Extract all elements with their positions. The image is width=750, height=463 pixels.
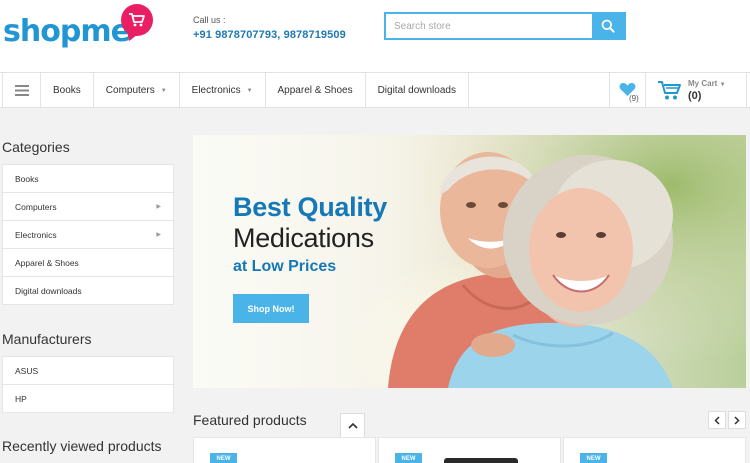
contact-info: Call us : +91 9878707793, 9878719509 bbox=[193, 15, 346, 41]
new-badge: NEW bbox=[210, 453, 237, 463]
cart-label: My Cart ▼ bbox=[688, 79, 726, 88]
call-us-label: Call us : bbox=[193, 15, 226, 25]
chevron-left-icon bbox=[714, 415, 720, 425]
caret-down-icon: ▼ bbox=[719, 82, 726, 88]
category-label: Books bbox=[15, 173, 39, 184]
manufacturers-title: Manufacturers bbox=[2, 331, 92, 347]
nav-item-books[interactable]: Books bbox=[41, 73, 94, 108]
caret-down-icon: ▼ bbox=[160, 87, 167, 94]
category-item-apparel-shoes[interactable]: Apparel & Shoes bbox=[3, 249, 173, 277]
product-card[interactable]: NEW bbox=[378, 437, 561, 463]
carousel-prev-button[interactable] bbox=[708, 411, 726, 429]
nav-item-electronics[interactable]: Electronics ▼ bbox=[180, 73, 266, 108]
product-card[interactable]: NEW bbox=[563, 437, 746, 463]
category-label: Computers bbox=[15, 201, 57, 212]
banner-tagline: at Low Prices bbox=[233, 258, 337, 275]
search-box bbox=[384, 12, 626, 40]
senior-couple-photo bbox=[373, 135, 746, 388]
cart-count: (0) bbox=[688, 90, 702, 102]
categories-list: Books Computers ▶ Electronics ▶ Apparel … bbox=[2, 164, 174, 305]
chevron-right-icon: ▶ bbox=[156, 232, 161, 238]
category-item-digital-downloads[interactable]: Digital downloads bbox=[3, 277, 173, 305]
chevron-right-icon bbox=[734, 415, 740, 425]
product-image bbox=[444, 458, 518, 463]
search-button[interactable] bbox=[592, 14, 624, 38]
chevron-right-icon: ▶ bbox=[156, 204, 161, 210]
categories-title: Categories bbox=[2, 139, 70, 155]
nav-menu: Books Computers ▼ Electronics ▼ Apparel … bbox=[2, 73, 469, 108]
search-input[interactable] bbox=[386, 14, 592, 38]
wishlist-count: (9) bbox=[629, 94, 639, 103]
manufacturer-item-hp[interactable]: HP bbox=[3, 385, 173, 413]
manufacturer-item-asus[interactable]: ASUS bbox=[3, 357, 173, 385]
manufacturers-list: ASUS HP bbox=[2, 356, 174, 413]
main-nav: Books Computers ▼ Electronics ▼ Apparel … bbox=[0, 72, 750, 108]
phone-numbers: +91 9878707793, 9878719509 bbox=[193, 29, 346, 41]
featured-products-grid: NEW NEW NEW bbox=[193, 437, 746, 463]
logo-cart-icon bbox=[121, 4, 153, 36]
nav-item-digital-downloads[interactable]: Digital downloads bbox=[366, 73, 469, 108]
wishlist-button[interactable]: (9) bbox=[609, 73, 646, 108]
nav-item-label: Digital downloads bbox=[377, 85, 456, 96]
menu-toggle-button[interactable] bbox=[3, 73, 41, 108]
new-badge: NEW bbox=[395, 453, 422, 463]
shop-now-button[interactable]: Shop Now! bbox=[233, 294, 309, 323]
category-label: Apparel & Shoes bbox=[15, 257, 79, 268]
chevron-up-icon bbox=[347, 422, 358, 429]
site-header: shopme Call us : +91 9878707793, 9878719… bbox=[0, 0, 750, 72]
manufacturer-label: ASUS bbox=[15, 365, 39, 376]
caret-down-icon: ▼ bbox=[246, 87, 253, 94]
category-label: Electronics bbox=[15, 229, 57, 240]
product-card[interactable]: NEW bbox=[193, 437, 376, 463]
banner-subheadline: Medications bbox=[233, 223, 374, 253]
category-item-electronics[interactable]: Electronics ▶ bbox=[3, 221, 173, 249]
nav-item-label: Electronics bbox=[191, 85, 241, 96]
scroll-to-top-button[interactable] bbox=[340, 413, 365, 438]
shopping-cart-icon bbox=[658, 81, 681, 100]
logo-text-shop: shop bbox=[3, 14, 81, 49]
banner-headline: Best Quality bbox=[233, 192, 387, 222]
mini-cart-button[interactable]: My Cart ▼ (0) bbox=[646, 73, 747, 108]
nav-item-apparel-shoes[interactable]: Apparel & Shoes bbox=[266, 73, 366, 108]
nav-item-label: Computers bbox=[105, 85, 155, 96]
cart-label-text: My Cart bbox=[688, 79, 718, 88]
nav-item-label: Apparel & Shoes bbox=[277, 85, 353, 96]
nav-item-label: Books bbox=[53, 85, 81, 96]
featured-products-title: Featured products bbox=[193, 412, 307, 428]
manufacturer-label: HP bbox=[15, 393, 27, 404]
category-item-computers[interactable]: Computers ▶ bbox=[3, 193, 173, 221]
category-item-books[interactable]: Books bbox=[3, 165, 173, 193]
main-content: Categories Books Computers ▶ Electronics… bbox=[0, 108, 750, 463]
hamburger-icon bbox=[14, 85, 29, 96]
nav-item-computers[interactable]: Computers ▼ bbox=[94, 73, 180, 108]
hero-banner[interactable]: Best Quality Medications at Low Prices S… bbox=[193, 135, 746, 388]
search-icon bbox=[601, 19, 615, 33]
new-badge: NEW bbox=[580, 453, 607, 463]
carousel-next-button[interactable] bbox=[728, 411, 746, 429]
sidebar: Categories Books Computers ▶ Electronics… bbox=[2, 108, 174, 463]
recently-viewed-title: Recently viewed products bbox=[2, 438, 162, 454]
category-label: Digital downloads bbox=[15, 285, 82, 296]
shopme-logo[interactable]: shopme bbox=[3, 4, 153, 52]
